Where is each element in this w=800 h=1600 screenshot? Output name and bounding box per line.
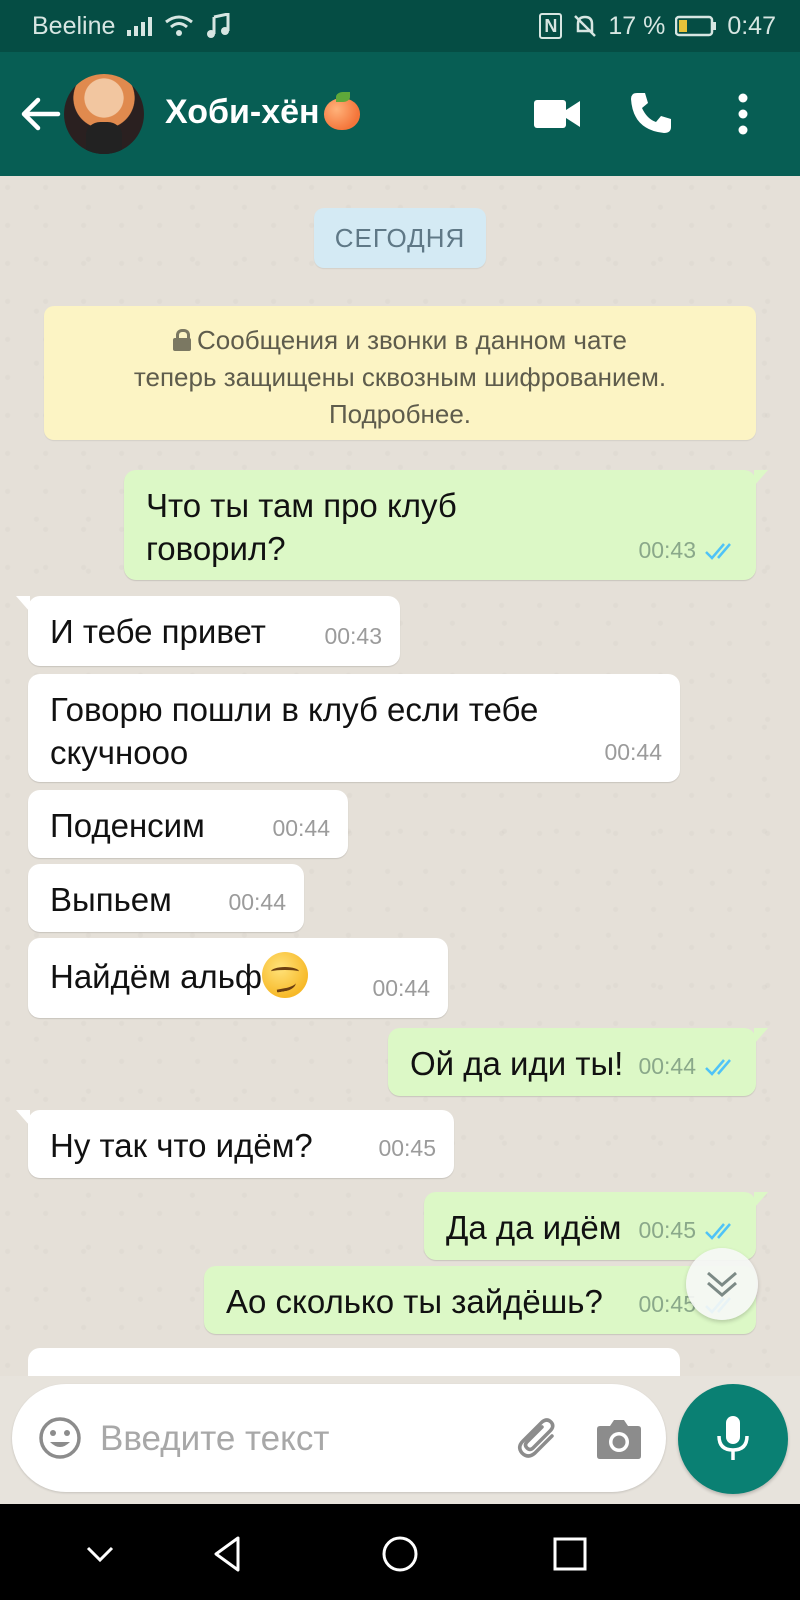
smirking-face-emoji-icon — [262, 952, 309, 998]
nav-home-icon[interactable] — [380, 1534, 420, 1574]
nfc-icon: N — [539, 13, 563, 39]
emoji-icon[interactable] — [38, 1416, 82, 1460]
message-meta: 00:44 — [638, 1045, 738, 1088]
music-note-icon — [207, 13, 230, 38]
message-meta: 00:43 — [638, 529, 738, 572]
chat-area[interactable]: СЕГОДНЯ Сообщения и звонки в данном чате… — [0, 176, 800, 1376]
status-bar: Beeline N 17 % 0:47 — [0, 0, 800, 52]
encryption-notice[interactable]: Сообщения и звонки в данном чате теперь … — [44, 306, 756, 440]
message-bubble-incoming[interactable]: Выпьем 00:44 — [28, 864, 304, 932]
message-bubble-incoming[interactable]: И тебе привет 00:43 — [16, 596, 400, 666]
wifi-icon — [165, 15, 194, 36]
peach-emoji-icon — [322, 92, 362, 132]
read-ticks-icon — [705, 1222, 731, 1240]
battery-percent: 17 % — [608, 11, 666, 40]
battery-icon — [675, 15, 717, 37]
message-time: 00:44 — [638, 1053, 696, 1079]
message-bubble-incoming[interactable]: Говорю пошли в клуб если тебе скучнооо 0… — [28, 674, 680, 782]
encryption-notice-text: Сообщения и звонки в данном чате теперь … — [133, 325, 667, 429]
message-bubble-incoming-partial[interactable] — [28, 1348, 680, 1376]
message-meta: 00:43 — [324, 615, 382, 658]
hide-keyboard-chevron-icon[interactable] — [80, 1534, 120, 1574]
camera-icon[interactable] — [596, 1418, 642, 1460]
message-text: Найдём альф — [50, 952, 426, 998]
message-input[interactable] — [98, 1412, 492, 1466]
message-time: 00:44 — [604, 739, 662, 765]
message-meta: 00:44 — [604, 731, 662, 774]
chat-header: Хоби-хён — [0, 52, 800, 176]
message-meta: 00:44 — [372, 967, 430, 1010]
message-time: 00:45 — [638, 1217, 696, 1243]
read-ticks-icon — [705, 1058, 731, 1076]
message-time: 00:44 — [372, 975, 430, 1001]
read-ticks-icon — [705, 542, 731, 560]
microphone-icon — [717, 1416, 749, 1460]
mute-bell-icon — [574, 15, 597, 37]
message-meta: 00:44 — [228, 881, 286, 924]
message-time: 00:44 — [272, 815, 330, 841]
message-bubble-outgoing[interactable]: Ой да иди ты! 00:44 — [388, 1028, 768, 1096]
lock-icon — [173, 329, 192, 351]
system-navigation-bar — [0, 1504, 800, 1600]
message-meta: 00:44 — [272, 807, 330, 850]
signal-icon — [127, 16, 153, 36]
message-bubble-outgoing[interactable]: Да да идём 00:45 — [424, 1192, 768, 1260]
message-meta: 00:45 — [378, 1127, 436, 1170]
clock: 0:47 — [727, 11, 776, 40]
carrier-name: Beeline — [32, 11, 116, 40]
phone-call-icon[interactable] — [628, 90, 674, 136]
date-chip: СЕГОДНЯ — [314, 208, 486, 268]
message-bubble-outgoing[interactable]: Ао сколько ты зайдёшь? 00:45 — [204, 1266, 756, 1334]
message-time: 00:44 — [228, 889, 286, 915]
back-arrow-icon[interactable] — [18, 92, 62, 136]
message-time: 00:43 — [638, 537, 696, 563]
double-chevron-down-icon — [707, 1271, 737, 1297]
voice-message-button[interactable] — [678, 1384, 788, 1494]
scroll-down-button[interactable] — [686, 1248, 758, 1320]
more-options-icon[interactable] — [738, 92, 748, 136]
message-text: Ну так что идём? — [50, 1127, 313, 1164]
nav-recents-icon[interactable] — [550, 1534, 590, 1574]
contact-name[interactable]: Хоби-хён — [165, 92, 362, 132]
message-time: 00:43 — [324, 623, 382, 649]
message-bubble-outgoing[interactable]: Что ты там про клуб говорил? 00:43 — [124, 470, 768, 580]
video-call-icon[interactable] — [534, 96, 580, 132]
message-composer — [12, 1384, 666, 1492]
attach-paperclip-icon[interactable] — [514, 1414, 562, 1462]
message-bubble-incoming[interactable]: Найдём альф 00:44 — [28, 938, 448, 1018]
message-bubble-incoming[interactable]: Поденсим 00:44 — [28, 790, 348, 858]
nav-back-icon[interactable] — [208, 1534, 248, 1574]
avatar[interactable] — [64, 74, 144, 154]
message-time: 00:45 — [378, 1135, 436, 1161]
message-meta: 00:45 — [638, 1209, 738, 1252]
message-bubble-incoming[interactable]: Ну так что идём? 00:45 — [16, 1110, 454, 1178]
message-text: Говорю пошли в клуб если тебе скучнооо — [50, 691, 539, 771]
